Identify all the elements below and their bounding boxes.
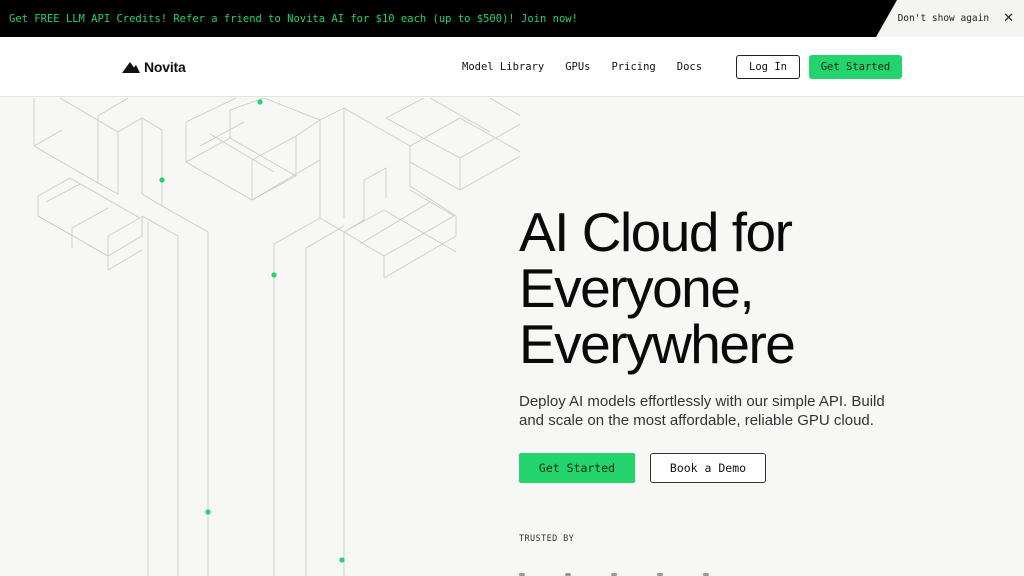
hero-title: AI Cloud for Everyone, Everywhere: [519, 204, 939, 372]
book-demo-button[interactable]: Book a Demo: [650, 453, 766, 483]
hero-title-line: AI Cloud for: [519, 201, 793, 263]
trusted-logos-strip: [519, 570, 779, 576]
novita-triangle-icon: [122, 62, 140, 73]
hero-title-line: Everyone,: [519, 257, 755, 319]
nav-link-pricing[interactable]: Pricing: [611, 61, 655, 73]
hero-title-line: Everywhere: [519, 313, 796, 375]
dont-show-again-button[interactable]: Don't show again: [898, 13, 990, 24]
trusted-by-label: TRUSTED BY: [519, 534, 575, 544]
logo[interactable]: Novita: [122, 59, 186, 75]
promo-link[interactable]: Get FREE LLM API Credits! Refer a friend…: [0, 13, 578, 25]
announcement-bar: Get FREE LLM API Credits! Refer a friend…: [0, 0, 1024, 37]
logo-text: Novita: [144, 59, 186, 75]
nav-links: Model Library GPUs Pricing Docs: [462, 61, 723, 73]
dismiss-area: Don't show again ✕: [876, 0, 1024, 37]
nav-link-model-library[interactable]: Model Library: [462, 61, 544, 73]
navbar: Novita Model Library GPUs Pricing Docs L…: [0, 37, 1024, 97]
hero-get-started-button[interactable]: Get Started: [519, 453, 635, 483]
nav-link-docs[interactable]: Docs: [677, 61, 702, 73]
nav-link-gpus[interactable]: GPUs: [565, 61, 590, 73]
isometric-line-art: [33, 98, 520, 576]
hero-subtitle: Deploy AI models effortlessly with our s…: [519, 393, 885, 429]
nav-get-started-button[interactable]: Get Started: [809, 55, 902, 79]
login-button[interactable]: Log In: [736, 55, 800, 79]
close-icon[interactable]: ✕: [1003, 12, 1014, 25]
